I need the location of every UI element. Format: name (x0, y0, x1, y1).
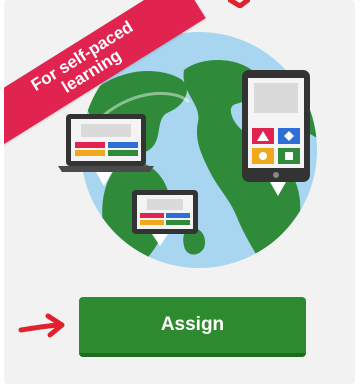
self-paced-card: For self-paced learning Assign (4, 0, 355, 384)
tablet-icon (242, 70, 310, 196)
assign-button[interactable]: Assign (79, 297, 306, 357)
globe-illustration (58, 32, 317, 268)
red-arrow-icon (18, 313, 65, 338)
